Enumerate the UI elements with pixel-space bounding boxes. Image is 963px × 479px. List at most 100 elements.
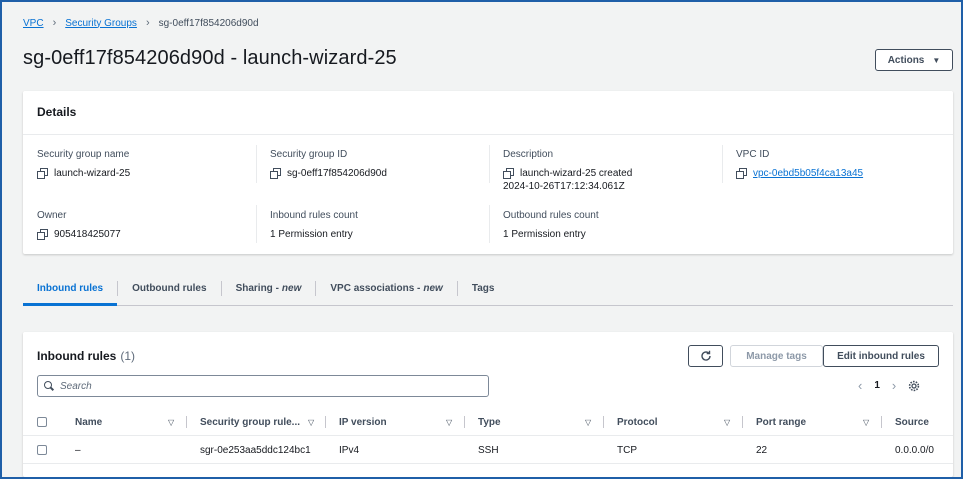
column-divider[interactable] (464, 416, 465, 428)
inbound-rules-panel: Inbound rules (1) Manage tags Edit inboun… (23, 332, 953, 477)
breadcrumb: VPC › Security Groups › sg-0eff17f854206… (23, 17, 259, 29)
detail-value: sg-0eff17f854206d90d (287, 168, 387, 179)
cell-protocol: TCP (617, 444, 637, 456)
page-title: sg-0eff17f854206d90d - launch-wizard-25 (23, 47, 397, 69)
details-panel: Details Security group name launch-wizar… (23, 91, 953, 254)
inbound-rules-title: Inbound rules (1) (37, 349, 135, 363)
cell-type: SSH (478, 444, 499, 456)
chevron-right-icon[interactable]: › (892, 378, 896, 393)
col-name[interactable]: Name (75, 408, 102, 436)
tab-label: Sharing - (235, 283, 279, 294)
actions-button[interactable]: Actions ▼ (875, 49, 953, 71)
copy-icon[interactable] (270, 168, 281, 179)
refresh-icon (700, 350, 711, 361)
sort-icon[interactable]: ▽ (168, 418, 174, 427)
tab-tags[interactable]: Tags (458, 272, 509, 305)
vpc-id-link[interactable]: vpc-0ebd5b05f4ca13a45 (753, 166, 863, 181)
col-port-range[interactable]: Port range (756, 408, 806, 436)
tab-inbound-rules[interactable]: Inbound rules (23, 272, 118, 306)
copy-icon[interactable] (736, 168, 747, 179)
column-divider[interactable] (186, 416, 187, 428)
sort-icon[interactable]: ▽ (585, 418, 591, 427)
sort-icon[interactable]: ▽ (724, 418, 730, 427)
col-ip-version[interactable]: IP version (339, 408, 387, 436)
table-row[interactable]: – sgr-0e253aa5ddc124bc1 IPv4 SSH TCP 22 … (23, 436, 953, 464)
chevron-right-icon: › (145, 17, 150, 29)
cell-name: – (75, 444, 81, 456)
search-icon (44, 381, 54, 391)
select-all-cell (37, 408, 47, 436)
search-input[interactable] (60, 380, 460, 392)
detail-outbound-count: Outbound rules count 1 Permission entry (503, 210, 723, 242)
app-frame: VPC › Security Groups › sg-0eff17f854206… (0, 0, 963, 479)
tab-label: Inbound rules (37, 283, 104, 294)
actions-label: Actions (887, 54, 925, 66)
row-select-cell (37, 436, 47, 464)
detail-value: 1 Permission entry (503, 229, 586, 240)
col-type[interactable]: Type (478, 408, 501, 436)
detail-label: VPC ID (736, 149, 770, 160)
detail-label: Description (503, 149, 554, 160)
column-divider[interactable] (603, 416, 604, 428)
page-number[interactable]: 1 (874, 380, 880, 391)
detail-sg-id: Security group ID sg-0eff17f854206d90d (270, 149, 490, 181)
cell-port-range: 22 (756, 444, 768, 456)
tab-vpc-associations[interactable]: VPC associations - new (316, 272, 456, 305)
tab-label: Tags (471, 283, 495, 294)
cell-source: 0.0.0.0/0 (895, 444, 934, 456)
manage-tags-button[interactable]: Manage tags (730, 345, 823, 367)
detail-label: Outbound rules count (503, 210, 599, 221)
tab-outbound-rules[interactable]: Outbound rules (118, 272, 220, 305)
column-divider[interactable] (742, 416, 743, 428)
breadcrumb-security-groups[interactable]: Security Groups (65, 18, 137, 29)
tab-sharing[interactable]: Sharing - new (222, 272, 316, 305)
copy-icon[interactable] (37, 168, 48, 179)
copy-icon[interactable] (503, 168, 514, 179)
new-badge: new (281, 283, 302, 294)
detail-value: launch-wizard-25 (54, 168, 131, 179)
detail-value: 905418425077 (54, 229, 121, 240)
new-badge: new (423, 283, 443, 294)
rules-table: Name ▽ Security group rule... ▽ IP versi… (23, 408, 953, 464)
settings-gear-icon[interactable] (908, 380, 920, 392)
detail-value: launch-wizard-25 created (520, 168, 633, 179)
detail-label: Inbound rules count (270, 210, 358, 221)
column-divider[interactable] (325, 416, 326, 428)
sort-icon[interactable]: ▽ (863, 418, 869, 427)
copy-icon[interactable] (37, 229, 48, 240)
rules-count: (1) (120, 349, 136, 363)
detail-owner: Owner 905418425077 (37, 210, 257, 242)
chevron-left-icon[interactable]: ‹ (858, 378, 862, 393)
detail-label: Owner (37, 210, 67, 221)
chevron-right-icon: › (52, 17, 57, 29)
detail-label: Security group ID (270, 149, 348, 160)
edit-inbound-rules-button[interactable]: Edit inbound rules (823, 345, 939, 367)
rules-title-text: Inbound rules (37, 349, 117, 363)
col-source[interactable]: Source (895, 408, 929, 436)
col-rule-id[interactable]: Security group rule... (200, 408, 300, 436)
select-all-checkbox[interactable] (37, 417, 47, 427)
col-protocol[interactable]: Protocol (617, 408, 658, 436)
cell-ip-version: IPv4 (339, 444, 360, 456)
pagination: ‹ 1 › (858, 378, 920, 393)
sort-icon[interactable]: ▽ (446, 418, 452, 427)
sort-icon[interactable]: ▽ (308, 418, 314, 427)
row-checkbox[interactable] (37, 445, 47, 455)
detail-vpc-id: VPC ID vpc-0ebd5b05f4ca13a45 (736, 149, 956, 181)
detail-value-line2: 2024-10-26T17:12:34.061Z (503, 181, 625, 192)
column-divider[interactable] (881, 416, 882, 428)
search-field[interactable] (37, 375, 489, 397)
detail-label: Security group name (37, 149, 130, 160)
detail-inbound-count: Inbound rules count 1 Permission entry (270, 210, 490, 242)
tab-label: VPC associations - (330, 283, 421, 294)
breadcrumb-current: sg-0eff17f854206d90d (158, 17, 259, 29)
tab-bar: Inbound rules Outbound rules Sharing - ne… (23, 272, 953, 306)
detail-sg-name: Security group name launch-wizard-25 (37, 149, 257, 181)
refresh-button[interactable] (688, 345, 723, 367)
detail-description: Description launch-wizard-25 created 202… (503, 149, 723, 192)
details-title: Details (23, 91, 953, 135)
breadcrumb-vpc[interactable]: VPC (23, 18, 44, 29)
caret-down-icon: ▼ (932, 55, 941, 65)
tab-label: Outbound rules (132, 283, 207, 294)
table-header: Name ▽ Security group rule... ▽ IP versi… (23, 408, 953, 436)
